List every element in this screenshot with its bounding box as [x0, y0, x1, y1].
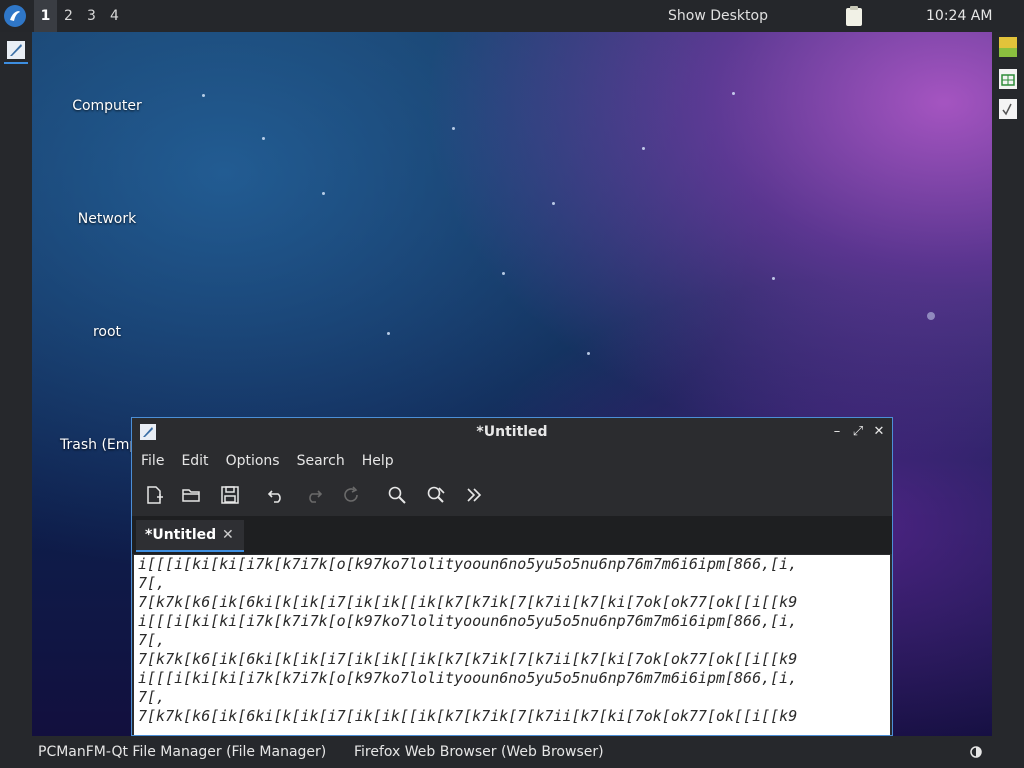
replace-icon[interactable] — [424, 483, 448, 507]
tab-close-icon[interactable]: ✕ — [222, 520, 234, 550]
clipboard-icon[interactable] — [845, 5, 863, 27]
task-firefox[interactable]: Firefox Web Browser (Web Browser) — [354, 736, 604, 768]
window-titlebar[interactable]: *Untitled – ⤢ ✕ — [132, 418, 892, 446]
star — [927, 312, 935, 320]
star — [452, 127, 455, 130]
text-editor-window: *Untitled – ⤢ ✕ File Edit Options Search… — [131, 417, 893, 736]
menu-search[interactable]: Search — [288, 448, 353, 474]
reload-icon — [339, 483, 363, 507]
desktop-icon-label: root — [92, 324, 122, 340]
maximize-button[interactable]: ⤢ — [849, 418, 867, 446]
night-mode-icon[interactable] — [968, 744, 984, 760]
desktop-icon-label: Network — [77, 211, 137, 227]
editor-line: i[[[i[ki[ki[i7k[k7i7k[o[k97ko7lolityooun… — [138, 669, 798, 687]
tab-untitled[interactable]: *Untitled ✕ — [136, 520, 244, 552]
star — [587, 352, 590, 355]
taskbar: PCManFM-Qt File Manager (File Manager) F… — [0, 736, 1024, 768]
star — [322, 192, 325, 195]
editor-line: 7[, — [138, 688, 166, 706]
workspace-1-button[interactable]: 1 — [34, 0, 57, 32]
menu-help[interactable]: Help — [353, 448, 402, 474]
formula-document-icon[interactable] — [998, 98, 1018, 120]
editor-line: 7[k7k[k6[ik[6ki[k[ik[i7[ik[ik[[ik[k7[k7i… — [138, 707, 798, 725]
workspace-switcher: 1 2 3 4 — [34, 0, 126, 32]
workspace-2-button[interactable]: 2 — [57, 0, 80, 32]
left-panel — [0, 32, 32, 736]
desktop-icon-label: Trash (Emp — [60, 437, 139, 453]
star — [262, 137, 265, 140]
top-panel: 1 2 3 4 Show Desktop 10:24 AM — [0, 0, 1024, 32]
star — [387, 332, 390, 335]
text-editor-area[interactable]: i[[[i[ki[ki[i7k[k7i7k[o[k97ko7lolityooun… — [134, 555, 890, 735]
right-panel — [992, 32, 1024, 736]
window-title: *Untitled — [476, 424, 548, 440]
new-document-icon[interactable] — [142, 483, 166, 507]
toolbar — [132, 478, 892, 512]
star — [642, 147, 645, 150]
desktop-icon-computer[interactable]: Computer — [62, 98, 152, 114]
close-button[interactable]: ✕ — [870, 418, 888, 446]
tab-bar: *Untitled ✕ — [132, 516, 892, 554]
minimize-button[interactable]: – — [828, 418, 846, 446]
star — [552, 202, 555, 205]
more-chevrons-icon[interactable] — [462, 483, 486, 507]
open-folder-icon[interactable] — [179, 483, 203, 507]
undo-icon[interactable] — [264, 483, 288, 507]
menu-edit[interactable]: Edit — [172, 448, 216, 474]
clock[interactable]: 10:24 AM — [926, 0, 992, 32]
desktop-icon-label: Computer — [72, 98, 142, 114]
menu-bar: File Edit Options Search Help — [132, 448, 892, 474]
task-file-manager[interactable]: PCManFM-Qt File Manager (File Manager) — [38, 736, 326, 768]
desktop-icon-network[interactable]: Network — [62, 211, 152, 227]
star — [202, 94, 205, 97]
search-icon[interactable] — [385, 483, 409, 507]
menu-options[interactable]: Options — [217, 448, 288, 474]
workspace-4-button[interactable]: 4 — [103, 0, 126, 32]
star — [772, 277, 775, 280]
editor-line: 7[, — [138, 574, 166, 592]
app-menu-icon[interactable] — [4, 5, 26, 27]
workspace-3-button[interactable]: 3 — [80, 0, 103, 32]
editor-line: 7[, — [138, 631, 166, 649]
editor-line: i[[[i[ki[ki[i7k[k7i7k[o[k97ko7lolityooun… — [138, 555, 798, 573]
text-editor-launcher-icon[interactable] — [4, 38, 28, 64]
star — [502, 272, 505, 275]
editor-line: 7[k7k[k6[ik[6ki[k[ik[i7[ik[ik[[ik[k7[k7i… — [138, 593, 798, 611]
desktop-icon-root[interactable]: root — [62, 324, 152, 340]
qt-designer-icon[interactable] — [998, 36, 1018, 58]
show-desktop-button[interactable]: Show Desktop — [668, 0, 768, 32]
editor-line: 7[k7k[k6[ik[6ki[k[ik[i7[ik[ik[[ik[k7[k7i… — [138, 650, 798, 668]
menu-file[interactable]: File — [132, 448, 172, 474]
spreadsheet-icon[interactable] — [998, 68, 1018, 90]
star — [732, 92, 735, 95]
editor-line: i[[[i[ki[ki[i7k[k7i7k[o[k97ko7lolityooun… — [138, 612, 798, 630]
tab-label: *Untitled — [145, 527, 217, 543]
save-icon[interactable] — [218, 483, 242, 507]
redo-icon — [302, 483, 326, 507]
